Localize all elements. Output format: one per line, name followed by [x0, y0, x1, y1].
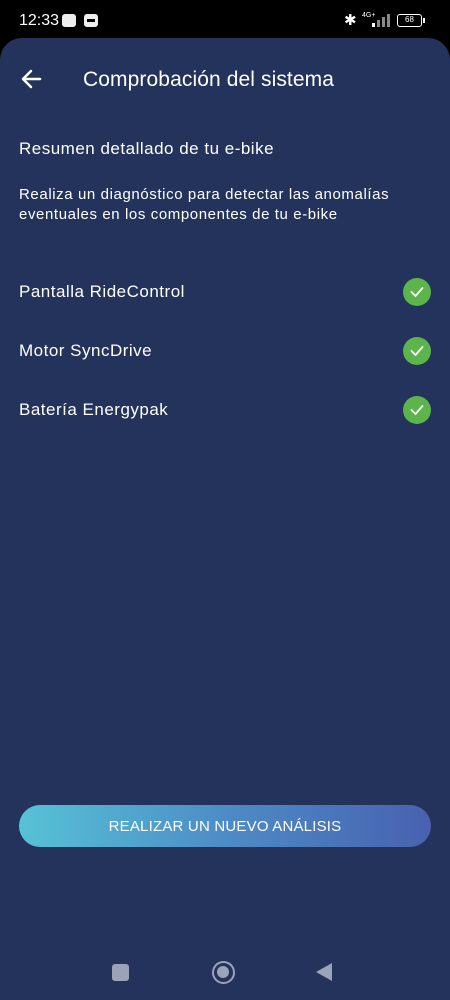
summary-description: Realiza un diagnóstico para detectar las… [19, 186, 390, 223]
new-analysis-button[interactable]: REALIZAR UN NUEVO ANÁLISIS [19, 805, 431, 847]
app-notification-icon [84, 14, 98, 27]
status-bar: 12:33 ✱ 4G+ 68 [0, 0, 450, 40]
status-time: 12:33 [19, 12, 60, 29]
home-button[interactable] [212, 961, 235, 984]
recents-button[interactable] [112, 964, 129, 981]
notification-icon [62, 14, 76, 27]
system-back-button[interactable] [316, 963, 332, 981]
check-circle-icon [403, 396, 431, 424]
component-label: Batería Energypak [19, 400, 169, 419]
component-label: Pantalla RideControl [19, 282, 185, 301]
battery-icon: 68 [397, 14, 425, 27]
arrow-left-icon [21, 69, 42, 89]
component-label: Motor SyncDrive [19, 341, 153, 360]
component-row-battery: Batería Energypak [0, 390, 450, 430]
page-title: Comprobación del sistema [83, 68, 335, 91]
system-nav-bar [0, 945, 450, 1000]
check-circle-icon [403, 278, 431, 306]
bluetooth-icon: ✱ [344, 12, 357, 29]
component-row-motor: Motor SyncDrive [0, 331, 450, 371]
summary-subtitle: Resumen detallado de tu e-bike [19, 139, 275, 158]
main-screen [0, 38, 450, 1000]
component-row-display: Pantalla RideControl [0, 272, 450, 312]
signal-icon [372, 14, 390, 27]
check-circle-icon [403, 337, 431, 365]
back-button[interactable] [18, 67, 46, 91]
